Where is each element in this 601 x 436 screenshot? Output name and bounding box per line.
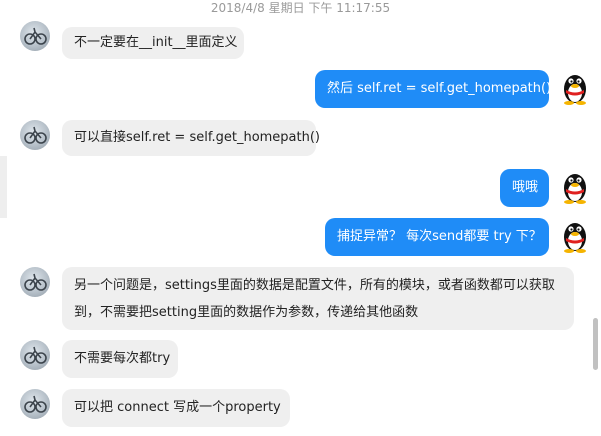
contact-avatar-icon[interactable]: [20, 120, 50, 150]
contact-avatar-icon[interactable]: [20, 267, 50, 297]
message-bubble-incoming[interactable]: 另一个问题是，settings里面的数据是配置文件，所有的模块，或者函数都可以获…: [62, 267, 574, 330]
scrollbar-thumb[interactable]: [593, 318, 598, 370]
qq-penguin-icon[interactable]: [560, 170, 590, 204]
message-bubble-incoming[interactable]: 不需要每次都try: [62, 340, 178, 378]
left-edge-strip: [0, 156, 7, 218]
qq-penguin-icon[interactable]: [560, 219, 590, 253]
contact-avatar-icon[interactable]: [20, 389, 50, 419]
message-bubble-incoming[interactable]: 可以直接self.ret = self.get_homepath(): [62, 120, 320, 156]
message-bubble-incoming[interactable]: 可以把 connect 写成一个property: [62, 389, 290, 427]
message-bubble-outgoing[interactable]: 捕捉异常？ 每次send都要 try 下？: [325, 218, 549, 256]
contact-avatar-icon[interactable]: [20, 340, 50, 370]
scrollbar-track[interactable]: [591, 0, 601, 436]
qq-penguin-icon[interactable]: [560, 71, 590, 105]
timestamp: 2018/4/8 星期日 下午 11:17:55: [210, 1, 391, 15]
message-bubble-outgoing[interactable]: 然后 self.ret = self.get_homepath(): [315, 70, 551, 108]
message-bubble-outgoing[interactable]: 哦哦: [500, 169, 549, 207]
contact-avatar-icon[interactable]: [20, 21, 50, 51]
message-bubble-incoming[interactable]: 不一定要在__init__里面定义: [62, 27, 244, 59]
